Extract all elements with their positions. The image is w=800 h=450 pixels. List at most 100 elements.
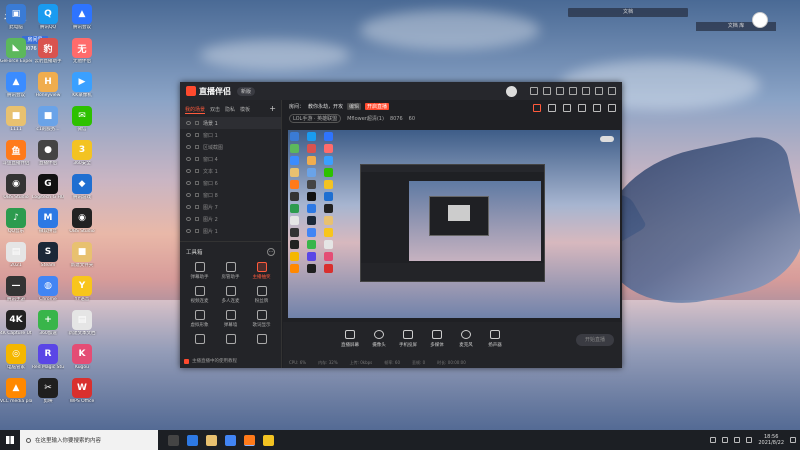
desktop-icon[interactable]: ▤ 2021	[0, 242, 32, 268]
task-view-icon[interactable]	[168, 434, 179, 446]
speaker-button[interactable]: 扬声器	[483, 330, 507, 348]
lock-icon[interactable]	[195, 217, 199, 221]
scene-item[interactable]: 场景 1	[180, 117, 281, 129]
scene-item[interactable]: 窗口 6	[180, 177, 281, 189]
desktop-icon[interactable]: Y YY语音	[66, 276, 98, 302]
tray-up-icon[interactable]	[710, 437, 717, 443]
scene-item[interactable]: 区域截图	[180, 141, 281, 153]
network-icon[interactable]	[734, 437, 741, 443]
desktop-icon[interactable]: ◉ OBS Studio	[0, 174, 32, 200]
scene-item[interactable]: 窗口 4	[180, 153, 281, 165]
tab-my-scenes[interactable]: 我的场景	[185, 106, 206, 114]
streaming-app-icon[interactable]	[244, 434, 255, 446]
lock-icon[interactable]	[195, 133, 199, 137]
chrome-icon[interactable]	[225, 434, 236, 446]
desktop-icon[interactable]: 4K4K Capture Utility	[0, 310, 32, 336]
stream-preview[interactable]	[288, 130, 620, 318]
visibility-icon[interactable]	[186, 229, 191, 233]
tab-template[interactable]: 模板	[240, 106, 250, 114]
visibility-icon[interactable]	[186, 121, 191, 125]
screen-capture-button[interactable]: 直播屏幕	[338, 330, 362, 348]
edit-title-button[interactable]: 编辑	[347, 103, 362, 110]
sidebar-footer[interactable]: 主播直播中的使用教程	[184, 358, 237, 364]
toolbox-item[interactable]: 弹幕墙	[215, 308, 246, 328]
floating-window-bar[interactable]: 文档	[568, 8, 688, 17]
desktop-icon[interactable]: ● 直播伴侣	[32, 140, 64, 166]
lock-icon[interactable]	[195, 205, 199, 209]
microphone-button[interactable]: 麦克风	[454, 330, 478, 348]
live-status-badge[interactable]: 开启直播	[365, 103, 390, 110]
toolbox-item[interactable]: 弹幕助手	[184, 260, 215, 280]
desktop-icon[interactable]: ▤ 新建文本文档	[66, 310, 98, 336]
start-live-button[interactable]: 开始直播	[576, 334, 614, 346]
lock-icon[interactable]	[195, 169, 199, 173]
tab-double[interactable]: 双击	[210, 106, 220, 114]
desktop-icon[interactable]: ▲ 腾讯会议	[0, 72, 32, 98]
desktop-icon[interactable]: — 腾讯手游	[0, 276, 32, 302]
more-tools-icon[interactable]: ···	[267, 248, 275, 256]
toolbox-item[interactable]: 多人连麦	[215, 284, 246, 304]
desktop-icon[interactable]: RRed Magic Studio	[32, 344, 64, 370]
notification-center-icon[interactable]	[790, 437, 796, 443]
desktop-icon[interactable]: S Steam	[32, 242, 64, 268]
toolbox-item[interactable]: 视频连麦	[184, 284, 215, 304]
edge-icon[interactable]	[187, 434, 198, 446]
lock-icon[interactable]	[563, 104, 571, 112]
desktop-icon[interactable]: ◣GeForce Experience	[0, 38, 32, 64]
scene-item[interactable]: 图片 1	[180, 225, 281, 237]
desktop-icon[interactable]: G Logitech G HUB	[32, 174, 64, 200]
message-icon[interactable]	[530, 87, 538, 95]
preview-toggle[interactable]	[600, 136, 614, 142]
visibility-icon[interactable]	[186, 133, 191, 137]
phone-cast-button[interactable]: 手机投屏	[396, 330, 420, 348]
app-icon[interactable]	[263, 434, 274, 446]
desktop-pet-icon[interactable]	[752, 12, 768, 28]
desktop-icon[interactable]: 鱼斗鱼直播伴侣	[0, 140, 32, 166]
desktop-icon[interactable]: ♪ QQ音乐	[0, 208, 32, 234]
notification-icon[interactable]	[548, 104, 556, 112]
visibility-icon[interactable]	[186, 145, 191, 149]
taskbar-search[interactable]: 在这里输入你要搜索的内容	[20, 430, 158, 450]
scene-item[interactable]: 窗口 1	[180, 129, 281, 141]
settings-icon[interactable]	[556, 87, 564, 95]
stream-title[interactable]: 教你永劫，开攻	[308, 103, 343, 110]
desktop-icon[interactable]: ■ 1111	[0, 106, 32, 132]
toolbox-item[interactable]: 粉丝牌	[246, 284, 277, 304]
desktop-icon[interactable]: ▲ 腾讯会议	[66, 4, 98, 30]
visibility-icon[interactable]	[186, 217, 191, 221]
fullscreen-icon[interactable]	[593, 104, 601, 112]
layout-icon[interactable]	[578, 104, 586, 112]
scene-item[interactable]: 图片 2	[180, 213, 281, 225]
version-badge[interactable]: 新版	[237, 86, 256, 96]
lock-icon[interactable]	[195, 145, 199, 149]
start-button[interactable]	[0, 430, 20, 450]
media-button[interactable]: 多媒体	[425, 330, 449, 348]
desktop-icon[interactable]: 3 360安全	[66, 140, 98, 166]
desktop-icon[interactable]: ◍ Chrome	[32, 276, 64, 302]
desktop-icon[interactable]: +360加速	[32, 310, 64, 336]
desktop-icon[interactable]: ▲VLC media player	[0, 378, 32, 404]
skin-icon[interactable]	[543, 87, 551, 95]
volume-icon[interactable]	[746, 437, 753, 443]
explorer-icon[interactable]	[206, 434, 217, 446]
desktop-icon[interactable]: M 微软拼音	[32, 208, 64, 234]
desktop-icon[interactable]: 豹云豹直播助手	[32, 38, 64, 64]
visibility-icon[interactable]	[186, 169, 191, 173]
toolbox-item[interactable]	[215, 332, 246, 346]
desktop-icon[interactable]: ✂ 剪映	[32, 378, 64, 404]
lock-icon[interactable]	[195, 229, 199, 233]
toolbox-item[interactable]: 房管助手	[215, 260, 246, 280]
category-selector[interactable]: LOL手游 · 英雄联盟	[289, 114, 342, 123]
clock[interactable]: 18:56 2021/8/22	[758, 434, 784, 446]
close-icon[interactable]	[608, 87, 616, 95]
desktop-icon[interactable]: 无无他伴侣	[66, 38, 98, 64]
visibility-icon[interactable]	[186, 193, 191, 197]
lock-icon[interactable]	[195, 193, 199, 197]
lock-icon[interactable]	[195, 121, 199, 125]
desktop-icon[interactable]: ◎ 电脑管家	[0, 344, 32, 370]
desktop-icon[interactable]: W WPS Office	[66, 378, 98, 404]
lock-icon[interactable]	[195, 181, 199, 185]
share-icon[interactable]	[608, 104, 616, 112]
desktop-icon[interactable]: ▶ KK录像机	[66, 72, 98, 98]
lock-icon[interactable]	[195, 157, 199, 161]
